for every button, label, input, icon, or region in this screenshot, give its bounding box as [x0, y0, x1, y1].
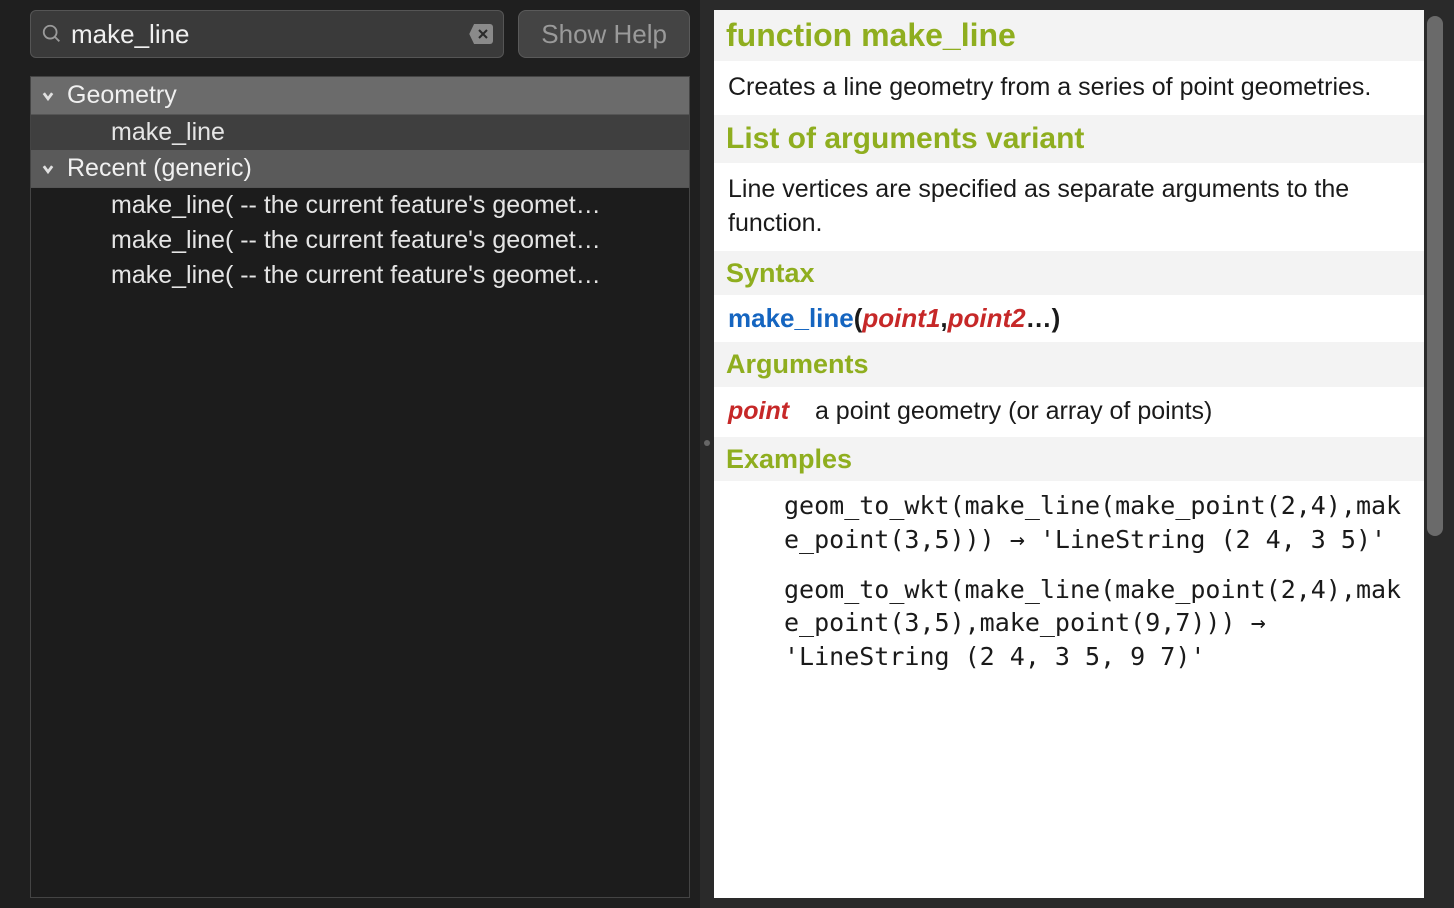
search-row: Show Help: [30, 10, 690, 58]
help-variant-desc: Line vertices are specified as separate …: [714, 163, 1424, 251]
tree-group-geometry[interactable]: Geometry: [31, 77, 689, 115]
search-box[interactable]: [30, 10, 504, 58]
help-example: geom_to_wkt(make_line(make_point(2,4),ma…: [714, 481, 1424, 565]
argument-desc: a point geometry (or array of points): [815, 397, 1212, 425]
clear-search-button[interactable]: [469, 24, 493, 44]
show-help-button[interactable]: Show Help: [518, 10, 690, 58]
syntax-arg: point1: [862, 303, 940, 333]
tree-group-label: Recent (generic): [67, 154, 252, 183]
chevron-down-icon: [39, 87, 57, 105]
help-syntax-heading: Syntax: [714, 251, 1424, 295]
help-example: geom_to_wkt(make_line(make_point(2,4),ma…: [714, 565, 1424, 682]
help-description: Creates a line geometry from a series of…: [714, 61, 1424, 115]
vertical-scrollbar[interactable]: [1424, 10, 1446, 898]
help-document[interactable]: function make_line Creates a line geomet…: [714, 10, 1424, 898]
tree-group-recent[interactable]: Recent (generic): [31, 150, 689, 188]
help-title: function make_line: [714, 10, 1424, 61]
splitter-handle[interactable]: [700, 0, 714, 908]
help-examples-heading: Examples: [714, 437, 1424, 481]
help-syntax: make_line(point1,point2…): [714, 295, 1424, 342]
function-tree[interactable]: Geometry make_line Recent (generic) make…: [30, 76, 690, 898]
tree-item-recent[interactable]: make_line( -- the current feature's geom…: [31, 223, 689, 258]
syntax-arg: point2: [948, 303, 1026, 333]
help-arguments-heading: Arguments: [714, 342, 1424, 386]
help-variant-heading: List of arguments variant: [714, 115, 1424, 164]
chevron-down-icon: [39, 160, 57, 178]
scrollbar-thumb[interactable]: [1427, 16, 1443, 536]
search-input[interactable]: [63, 19, 469, 50]
close-icon: [478, 29, 488, 39]
tree-item-recent[interactable]: make_line( -- the current feature's geom…: [31, 188, 689, 223]
help-argument-row: point a point geometry (or array of poin…: [728, 395, 1410, 429]
tree-item-make-line[interactable]: make_line: [31, 115, 689, 150]
right-panel: function make_line Creates a line geomet…: [714, 0, 1454, 908]
tree-group-label: Geometry: [67, 81, 177, 110]
syntax-fn: make_line: [728, 303, 854, 333]
help-arguments-table: point a point geometry (or array of poin…: [714, 387, 1424, 437]
search-icon: [41, 23, 63, 45]
argument-name: point: [728, 395, 808, 429]
left-panel: Show Help Geometry make_line Recent (gen…: [0, 0, 700, 908]
tree-item-recent[interactable]: make_line( -- the current feature's geom…: [31, 258, 689, 293]
